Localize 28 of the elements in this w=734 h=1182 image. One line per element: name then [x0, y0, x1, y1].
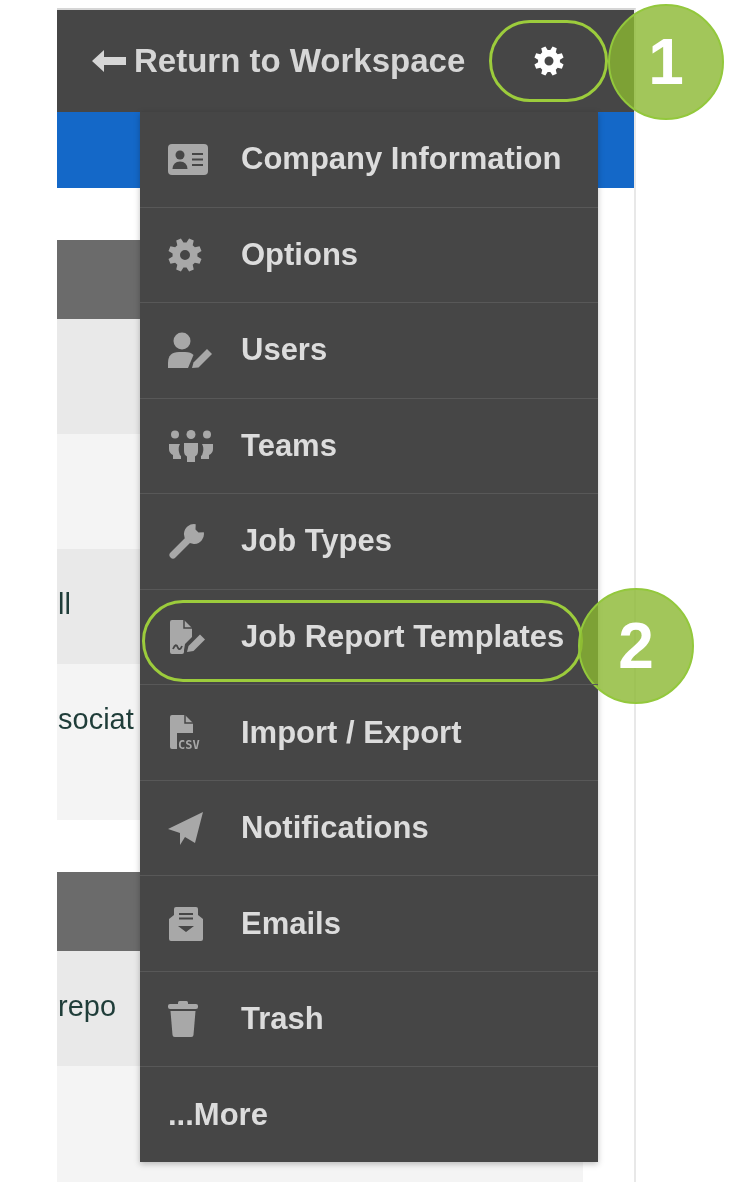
left-arrow-icon	[92, 50, 126, 72]
callout-badge: 1	[608, 4, 724, 120]
menu-item[interactable]: Job Types	[140, 494, 598, 589]
menu-item[interactable]: ...More	[140, 1067, 598, 1162]
row-text: sociat	[58, 703, 134, 735]
people-group-icon	[168, 429, 214, 462]
menu-item[interactable]: Trash	[140, 971, 598, 1067]
menu-item[interactable]: Job Report Templates	[140, 589, 598, 685]
wrench-icon	[168, 522, 204, 561]
settings-icon	[533, 46, 564, 76]
paper-plane-icon	[168, 811, 204, 845]
menu-item[interactable]: Company Information	[140, 112, 598, 207]
user-pencil-icon	[168, 332, 214, 369]
envelope-letter-icon	[168, 905, 204, 942]
back-link[interactable]: Return to Workspace	[92, 42, 466, 80]
gear-icon	[168, 237, 202, 272]
menu-item[interactable]: Teams	[140, 398, 598, 494]
menu-item[interactable]: Notifications	[140, 780, 598, 876]
row-text: ll	[58, 588, 71, 620]
trash-icon	[168, 1001, 198, 1038]
menu-item[interactable]: Options	[140, 207, 598, 303]
menu-item[interactable]: Users	[140, 303, 598, 398]
callout-badge: 2	[578, 587, 694, 704]
menu-item[interactable]: Emails	[140, 876, 598, 971]
menu-item[interactable]: CSV Import / Export	[140, 685, 598, 780]
row-text: repo	[58, 990, 117, 1022]
document-pencil-icon	[168, 620, 206, 654]
id-card-icon	[168, 143, 208, 175]
